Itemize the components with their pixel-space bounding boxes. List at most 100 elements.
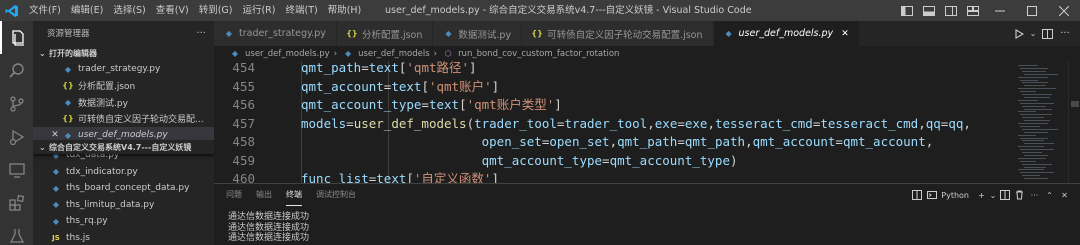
source-control-icon[interactable] <box>0 87 33 120</box>
breadcrumb-function[interactable]: run_bond_cov_custom_factor_rotation <box>458 49 619 59</box>
more-actions-icon[interactable]: ··· <box>1056 21 1074 46</box>
minimap-line <box>1020 91 1036 93</box>
more-actions-icon[interactable]: ··· <box>196 28 206 39</box>
maximize-button[interactable] <box>1016 0 1048 21</box>
minimap-line <box>1022 152 1042 153</box>
code-token: exe <box>654 115 678 131</box>
panel-tab[interactable]: 调试控制台 <box>316 184 356 206</box>
menu-item[interactable]: 终端(T) <box>280 0 322 21</box>
activity-bar <box>0 21 33 245</box>
code-token: qmt_account <box>842 134 926 149</box>
add-terminal-icon[interactable]: + <box>974 184 989 206</box>
code-token: exe <box>684 115 708 131</box>
code-token: , <box>647 115 655 131</box>
trash-icon[interactable] <box>1012 184 1027 206</box>
open-editor-item[interactable]: {} 分析配置.json <box>33 78 214 95</box>
minimap-line <box>1020 172 1054 174</box>
menu-item[interactable]: 转到(G) <box>194 0 238 21</box>
editor-tab[interactable]: {} 分析配置.json <box>336 21 434 46</box>
menu-item[interactable]: 查看(V) <box>151 0 194 21</box>
customize-layout-icon[interactable] <box>962 0 984 21</box>
editor-tab[interactable]: ◆ 数据测试.py <box>433 21 523 46</box>
extensions-icon[interactable] <box>0 186 33 219</box>
window-title: user_def_models.py - 综合自定义交易系统v4.7---自定义… <box>385 5 752 16</box>
breadcrumb-file[interactable]: user_def_models.py <box>245 49 330 59</box>
file-tree-item[interactable]: ◆ tdx_indicator.py <box>33 164 214 181</box>
explorer-icon[interactable] <box>0 21 33 54</box>
file-tree-item[interactable]: ◆ ths_rq.py <box>33 213 214 230</box>
toggle-secondary-sidebar-icon[interactable] <box>940 0 962 21</box>
terminal-type-label[interactable]: Python <box>941 191 969 200</box>
minimap-line <box>1020 125 1040 127</box>
testing-icon[interactable] <box>0 219 33 245</box>
run-python-icon[interactable] <box>1010 21 1028 46</box>
panel-tab[interactable]: 终端 <box>286 184 302 206</box>
minimize-button[interactable] <box>984 0 1016 21</box>
editor-tab[interactable]: ◆ trader_strategy.py <box>214 21 337 46</box>
minimap-line <box>1020 79 1038 81</box>
project-section[interactable]: ⌄ 综合自定义交易系统V4.7---自定义妖镜 <box>33 140 214 154</box>
close-panel-icon[interactable]: ✕ <box>1057 184 1072 206</box>
menu-item[interactable]: 运行(R) <box>237 0 280 21</box>
file-tree-item[interactable]: JS ths.js <box>33 230 214 245</box>
minimap-line <box>1024 143 1054 145</box>
terminal-output[interactable]: 通达信数据连接成功 通达信数据连接成功 通达信数据连接成功 <box>228 212 309 244</box>
open-editors-section[interactable]: ⌄ 打开的编辑器 <box>33 45 214 61</box>
menu-item[interactable]: 编辑(E) <box>66 0 108 21</box>
breadcrumb-module[interactable]: user_def_models <box>358 49 430 59</box>
panel-tab[interactable]: 问题 <box>226 184 242 206</box>
minimap-line <box>1018 157 1046 159</box>
close-tab-icon[interactable]: ✕ <box>841 29 849 39</box>
minimap[interactable] <box>1012 61 1068 183</box>
toggle-sidebar-icon[interactable] <box>896 0 918 21</box>
menu-item[interactable]: 文件(F) <box>24 0 66 21</box>
minimap-line <box>1018 88 1056 90</box>
code-editor[interactable]: 454 qmt_path=text['qmt路径'] 455 qmt_account=… <box>214 61 1012 183</box>
python-file-icon: ◆ <box>52 216 60 226</box>
menu-item[interactable]: 帮助(H) <box>323 0 367 21</box>
split-editor-icon[interactable] <box>1038 21 1056 46</box>
code-token: ( <box>466 115 475 131</box>
python-file-icon: ◆ <box>345 49 352 58</box>
code-text: qmt_account_type=qmt_account_type) <box>301 152 738 171</box>
minimap-line <box>1018 99 1038 101</box>
open-editor-item[interactable]: ◆ trader_strategy.py <box>33 61 214 78</box>
code-line: 455 qmt_account=text['qmt账户'] <box>214 78 1012 97</box>
search-icon[interactable] <box>0 54 33 87</box>
close-icon[interactable]: ✕ <box>49 130 61 140</box>
terminal-dropdown-icon[interactable]: ⌄ <box>989 184 997 206</box>
open-editor-item[interactable]: ◆ 数据测试.py <box>33 94 214 111</box>
code-text: qmt_account=text['qmt账户'] <box>301 78 499 97</box>
terminal-split-icon[interactable] <box>909 184 924 206</box>
remote-explorer-icon[interactable] <box>0 153 33 186</box>
file-tree-item[interactable]: ◆ ths_limitup_data.py <box>33 197 214 214</box>
split-terminal-icon[interactable] <box>997 184 1012 206</box>
code-token: , <box>925 134 934 149</box>
code-token: ] <box>469 61 477 75</box>
code-line: 458 open_set=open_set,qmt_path=qmt_path,… <box>214 133 1012 152</box>
code-token: trader_tool <box>564 115 648 131</box>
chevron-up-icon[interactable]: ⌃ <box>1042 184 1057 206</box>
minimap-line <box>1022 140 1044 142</box>
editor-tab[interactable]: ◆ user_def_models.py ✕ <box>713 21 860 46</box>
more-actions-icon[interactable]: ··· <box>1027 184 1042 206</box>
file-name: ths_limitup_data.py <box>66 199 155 210</box>
menu-item[interactable]: 选择(S) <box>108 0 150 21</box>
file-tree-item[interactable]: ◆ ths_board_concept_data.py <box>33 180 214 197</box>
code-token: = <box>421 97 429 112</box>
minimap-line <box>1022 105 1046 107</box>
editor-scrollbar[interactable] <box>1068 61 1080 183</box>
close-window-button[interactable] <box>1048 0 1080 21</box>
editor-tab[interactable]: {} 可转债自定义因子轮动交易配置.json <box>522 21 714 46</box>
editor-tab-bar: ◆ trader_strategy.py{} 分析配置.json ◆ 数据测试.py{}… <box>214 21 1080 46</box>
minimap-line <box>1018 65 1038 66</box>
panel-tab[interactable]: 输出 <box>256 184 272 206</box>
open-editor-item[interactable]: {} 可转债自定义因子轮动交易配... <box>33 111 214 128</box>
panel-tabs: 问题 输出 终端 调试控制台 <box>214 184 370 206</box>
code-token: = <box>361 61 369 75</box>
run-debug-icon[interactable] <box>0 120 33 153</box>
scrollbar-thumb[interactable] <box>1071 101 1079 107</box>
python-file-icon: ◆ <box>64 97 72 107</box>
toggle-panel-icon[interactable] <box>918 0 940 21</box>
run-dropdown-icon[interactable]: ⌄ <box>1028 21 1038 46</box>
